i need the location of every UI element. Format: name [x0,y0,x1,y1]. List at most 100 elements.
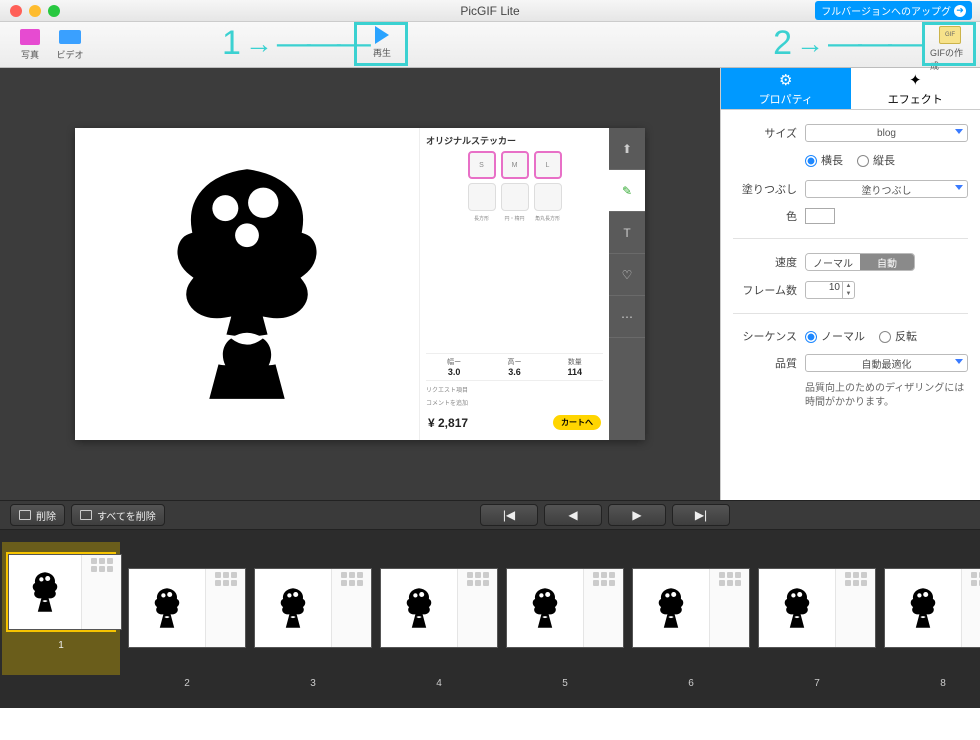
close-window-button[interactable] [10,5,22,17]
upgrade-button[interactable]: フルバージョンへのアップグ ➜ [815,1,972,20]
orientation-v-radio[interactable]: 縦長 [857,152,895,168]
frames-down[interactable]: ▼ [843,290,854,298]
sequence-reverse-radio[interactable]: 反転 [879,328,917,344]
shape-option-rounded[interactable] [534,183,562,211]
frame-7[interactable]: 7 [758,542,876,689]
wand-icon: ✦ [909,71,922,89]
frame-6[interactable]: 6 [632,542,750,689]
size-option-m[interactable]: M [501,151,529,179]
arrow-right-icon: ➜ [954,5,966,17]
image-icon [19,510,31,520]
frame-4[interactable]: 4 [380,542,498,689]
add-video-button[interactable]: ビデオ [50,28,90,61]
frame-thumb[interactable] [128,568,246,648]
add-photo-label: 写真 [21,48,39,61]
sticker-section-title: オリジナルステッカー [426,134,603,147]
quality-hint: 品質向上のためのディザリングには時間がかかります。 [805,382,968,410]
sequence-normal-radio[interactable]: ノーマル [805,328,865,344]
frame-number: 7 [758,678,876,689]
tab-effects[interactable]: ✦ エフェクト [851,68,980,110]
shape-option-circle[interactable] [501,183,529,211]
frame-number: 1 [6,640,116,651]
tool-more-icon[interactable]: ⋯ [609,296,645,338]
tab-properties[interactable]: ⚙ プロパティ [721,68,851,110]
video-icon [59,30,81,44]
canvas-options-panel: オリジナルステッカー S M L 長方形 円・楕円 角丸長方形 [419,128,609,440]
size-select[interactable]: blog [805,124,968,142]
speed-normal-button[interactable]: ノーマル [806,254,860,270]
delete-frame-button[interactable]: 削除 [10,504,65,526]
add-video-label: ビデオ [56,48,83,61]
create-gif-label: GIFの作成 [930,46,970,72]
frame-number: 8 [884,678,980,689]
go-last-button[interactable]: ▶| [672,504,730,526]
toolbar: 写真 ビデオ 再生 GIF GIFの作成 1→——— 2→——— [0,22,980,68]
main-area: オリジナルステッカー S M L 長方形 円・楕円 角丸長方形 [0,68,980,500]
orientation-group: 横長 縦長 [805,152,968,168]
canvas-note-1: リクエスト項目 [426,385,603,394]
speed-segmented: ノーマル 自動 [805,253,915,271]
fullscreen-window-button[interactable] [48,5,60,17]
frame-8[interactable]: 8 [884,542,980,689]
frame-5[interactable]: 5 [506,542,624,689]
create-gif-button[interactable]: GIF GIFの作成 [930,26,970,72]
tool-upload-icon[interactable]: ⬆ [609,128,645,170]
annotation-1: 1→——— [222,24,367,63]
timeline: 1 2345678 [0,530,980,708]
speed-label: 速度 [733,254,797,270]
go-first-button[interactable]: |◀ [480,504,538,526]
frame-3[interactable]: 3 [254,542,372,689]
frame-thumb[interactable] [506,568,624,648]
bouquet-illustration [132,154,362,414]
frame-number: 4 [380,678,498,689]
color-swatch[interactable] [805,208,835,224]
bottom-pad [0,708,980,740]
frame-thumb[interactable] [380,568,498,648]
preview-canvas: オリジナルステッカー S M L 長方形 円・楕円 角丸長方形 [75,128,645,440]
tab-properties-label: プロパティ [759,91,813,107]
play-icon [375,26,389,44]
quality-label: 品質 [733,355,797,371]
minimize-window-button[interactable] [29,5,41,17]
sequence-label: シーケンス [733,328,797,344]
quality-select[interactable]: 自動最適化 [805,354,968,372]
window-controls [0,5,60,17]
fill-select[interactable]: 塗りつぶし [805,180,968,198]
frame-thumb[interactable] [632,568,750,648]
frames-label: フレーム数 [733,282,797,298]
play-label: 再生 [373,46,391,59]
canvas-artwork [75,128,419,440]
frame-thumb[interactable] [254,568,372,648]
frames-up[interactable]: ▲ [843,282,854,290]
color-label: 色 [733,208,797,224]
frames-stepper[interactable]: 10 ▲▼ [805,281,855,299]
play-button[interactable]: 再生 [362,26,402,59]
frame-thumb[interactable] [8,554,122,630]
size-option-s[interactable]: S [468,151,496,179]
preview-pane: オリジナルステッカー S M L 長方形 円・楕円 角丸長方形 [0,68,720,500]
size-option-l[interactable]: L [534,151,562,179]
go-prev-button[interactable]: ◀ [544,504,602,526]
go-next-button[interactable]: ▶ [608,504,666,526]
canvas-note-2: コメントを追加 [426,398,603,407]
upgrade-label: フルバージョンへのアップグ [821,3,951,18]
gear-icon: ⚙ [779,71,792,89]
frame-2[interactable]: 2 [128,542,246,689]
timeline-controls: 削除 すべてを削除 |◀ ◀ ▶ ▶| [0,500,980,530]
delete-all-button[interactable]: すべてを削除 [71,504,165,526]
frame-number: 6 [632,678,750,689]
speed-auto-button[interactable]: 自動 [860,254,914,270]
orientation-h-radio[interactable]: 横長 [805,152,843,168]
frame-1[interactable]: 1 [2,542,120,675]
frame-thumb[interactable] [758,568,876,648]
canvas-buy-button[interactable]: カートへ [553,415,601,430]
tool-cutline-icon[interactable]: ✎ [609,170,645,212]
titlebar: PicGIF Lite フルバージョンへのアップグ ➜ [0,0,980,22]
frame-thumb[interactable] [884,568,980,648]
canvas-tool-sidebar: ⬆ ✎ T ♡ ⋯ [609,128,645,440]
add-photo-button[interactable]: 写真 [10,28,50,61]
tool-text-icon[interactable]: T [609,212,645,254]
tool-favorite-icon[interactable]: ♡ [609,254,645,296]
shape-option-rect[interactable] [468,183,496,211]
tab-effects-label: エフェクト [888,91,943,107]
